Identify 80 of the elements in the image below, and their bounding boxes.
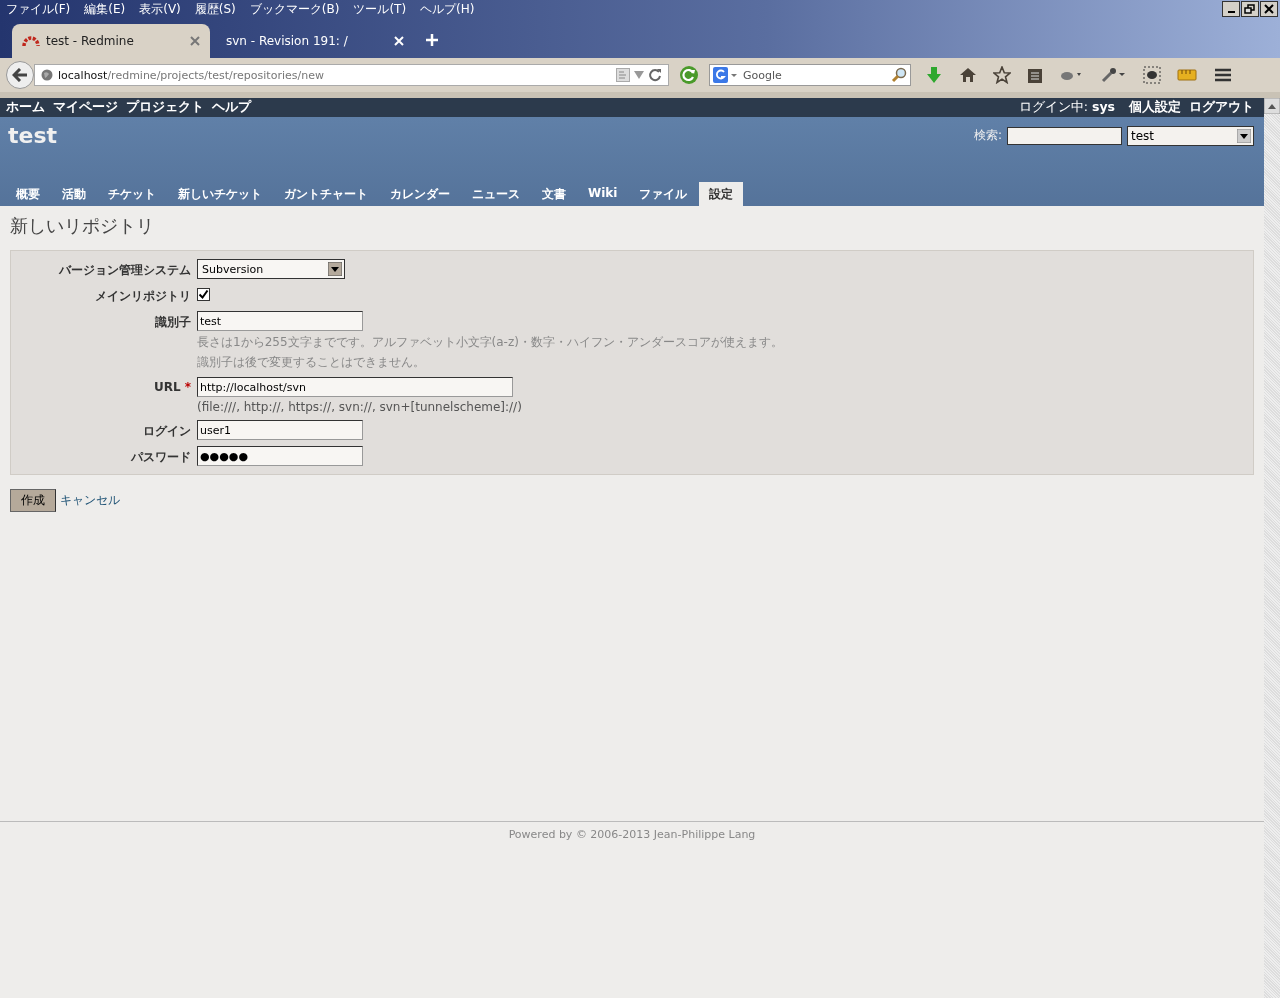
refresh-icon[interactable] <box>679 65 699 85</box>
new-tab-icon[interactable] <box>426 34 438 46</box>
minimize-button[interactable] <box>1222 1 1240 17</box>
dropdown-arrow-icon <box>1237 128 1251 143</box>
eyedropper-icon[interactable] <box>1101 67 1127 83</box>
menu-tab[interactable]: ガントチャート <box>274 182 378 206</box>
menu-tab[interactable]: ニュース <box>462 182 530 206</box>
globe-icon <box>41 69 53 81</box>
url-text: localhost/redmine/projects/test/repositories/new <box>58 68 325 82</box>
top-menu-link[interactable]: ヘルプ <box>212 99 251 116</box>
field-label: バージョン管理システム <box>59 262 191 279</box>
top-menu-link[interactable]: ホーム <box>6 99 45 116</box>
checkbox[interactable] <box>197 288 210 301</box>
menu-item[interactable]: 編集(E) <box>84 0 126 18</box>
field-hint: (file:///, http://, https://, svn://, svn+[tunnelscheme]://) <box>197 400 522 414</box>
menu-tab[interactable]: カレンダー <box>380 182 460 206</box>
scrollbar[interactable] <box>1264 98 1280 998</box>
menu-tab[interactable]: チケット <box>98 182 166 206</box>
logged-in-text: ログイン中: sys <box>1018 99 1115 116</box>
address-bar[interactable]: localhost/redmine/projects/test/repositories/new <box>34 64 669 86</box>
g-icon[interactable] <box>713 67 739 83</box>
menu-item[interactable]: ブックマーク(B) <box>249 0 340 18</box>
menu-tab[interactable]: 設定 <box>699 182 744 206</box>
menu-item[interactable]: 履歴(S) <box>194 0 236 18</box>
menu-icon[interactable] <box>1213 66 1233 84</box>
scroll-up-icon[interactable] <box>1264 98 1280 114</box>
input-field[interactable]: user1 <box>197 420 363 440</box>
input-field[interactable]: http://localhost/svn <box>197 377 513 397</box>
search-field[interactable] <box>1007 126 1122 145</box>
menu-tab[interactable]: Wiki <box>578 182 628 206</box>
create-button[interactable]: 作成 <box>10 489 56 512</box>
field-label: メインリポジトリ <box>95 288 191 305</box>
ruler-icon[interactable] <box>1177 68 1197 82</box>
project-select[interactable]: test <box>1127 125 1254 146</box>
menu-tab[interactable]: 活動 <box>52 182 96 206</box>
menu-tab[interactable]: 文書 <box>532 182 576 206</box>
back-arrow-icon <box>12 68 28 82</box>
minimize-icon <box>1227 11 1235 13</box>
menu-tab[interactable]: 概要 <box>6 182 50 206</box>
star-icon[interactable] <box>993 66 1011 84</box>
field-label: URL <box>154 380 181 396</box>
menu-item[interactable]: ツール(T) <box>353 0 407 18</box>
menu-item[interactable]: ファイル(F) <box>6 0 71 18</box>
restore-button[interactable] <box>1241 1 1259 17</box>
account-link[interactable]: 個人設定 <box>1129 99 1181 116</box>
required-mark: * <box>184 380 191 396</box>
close-icon <box>1262 3 1276 15</box>
field-note: 長さは1から255文字までです。アルファベット小文字(a-z)・数字・ハイフン・アンダースコアが使えます。 <box>197 334 783 351</box>
browser-tab[interactable]: test - Redmine <box>12 24 210 58</box>
reload-icon[interactable] <box>648 68 662 82</box>
restore-icon <box>1243 3 1257 15</box>
back-button[interactable] <box>6 61 34 89</box>
browser-tab[interactable]: svn - Revision 191: / <box>216 24 414 58</box>
account-link[interactable]: ログアウト <box>1189 99 1254 116</box>
footer-text: Powered by © 2006-2013 Jean-Philippe Lang <box>508 828 756 841</box>
field-label: パスワード <box>131 449 191 466</box>
search-icon[interactable] <box>891 67 907 83</box>
clipboard-icon[interactable] <box>1027 66 1043 84</box>
search-label: 検索: <box>973 127 1002 144</box>
project-title: test <box>8 123 58 148</box>
field-label: 識別子 <box>155 314 191 331</box>
menu-item[interactable]: ヘルプ(H) <box>420 0 475 18</box>
field-note: 識別子は後で変更することはできません。 <box>197 354 426 371</box>
close-button[interactable] <box>1260 1 1278 17</box>
input-field[interactable]: ●●●●● <box>197 446 363 466</box>
dropdown-icon[interactable] <box>634 71 644 79</box>
top-menu-link[interactable]: マイページ <box>53 99 118 116</box>
cancel-link[interactable]: キャンセル <box>60 492 120 509</box>
menu-item[interactable]: 表示(V) <box>139 0 181 18</box>
menu-tab[interactable]: ファイル <box>629 182 698 206</box>
search-field[interactable]: Google <box>709 64 911 86</box>
home-icon[interactable] <box>959 66 977 84</box>
input-field[interactable]: test <box>197 311 363 331</box>
arch-icon <box>22 35 40 47</box>
top-menu-link[interactable]: プロジェクト <box>126 99 204 116</box>
page-heading: 新しいリポジトリ <box>10 214 155 238</box>
menu-tab[interactable]: 新しいチケット <box>168 182 272 206</box>
field-label: ログイン <box>143 423 191 440</box>
dropdown-arrow-icon <box>328 262 342 276</box>
select-field[interactable]: Subversion <box>197 259 345 279</box>
